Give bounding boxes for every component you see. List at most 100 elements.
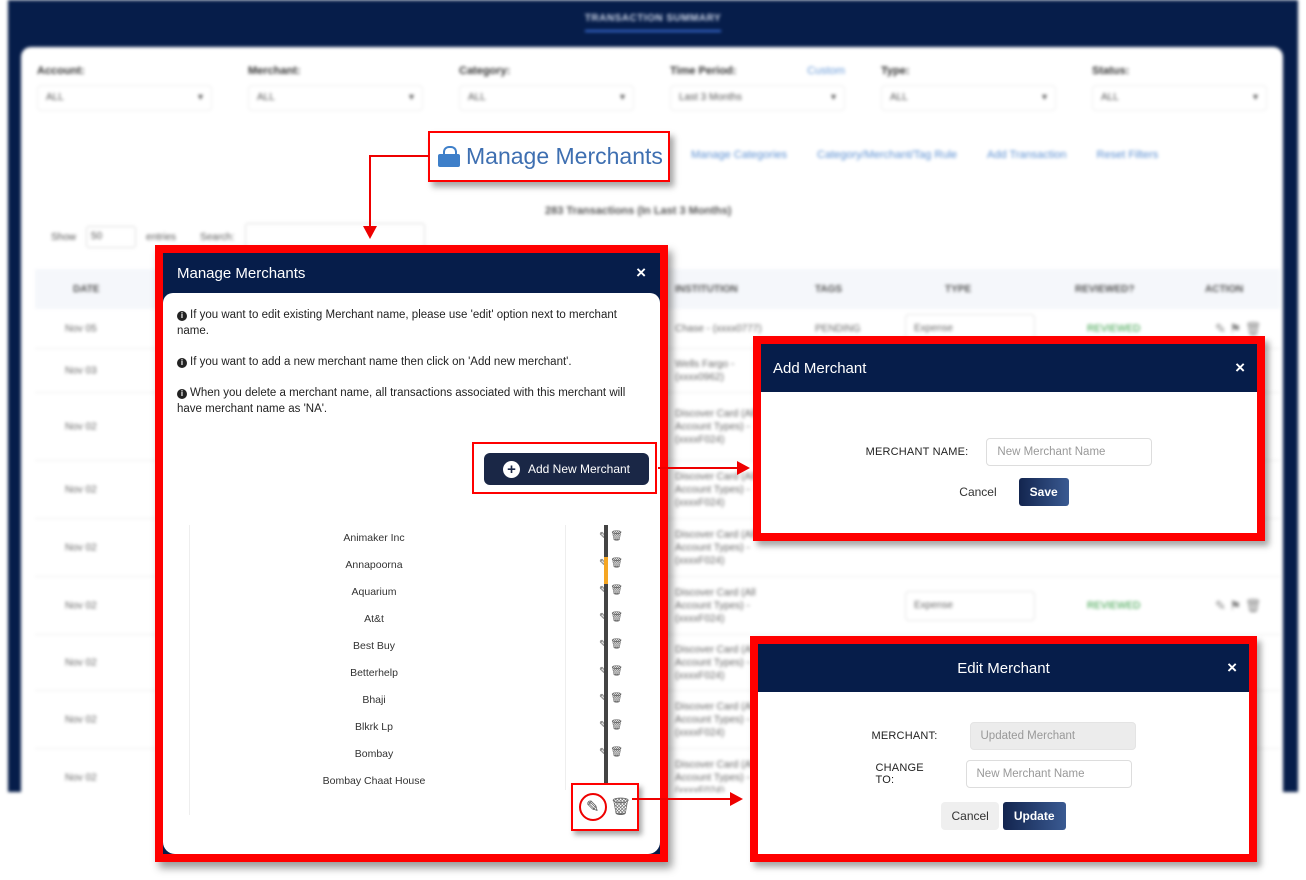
column-header-date[interactable]: DATE [73, 284, 99, 295]
select-value: ALL [468, 92, 486, 103]
info-note: i If you want to add a new merchant name … [177, 354, 646, 370]
change-to-input[interactable]: New Merchant Name [965, 760, 1132, 788]
reset-filters-link[interactable]: Reset Filters [1097, 149, 1159, 161]
cancel-button[interactable]: Cancel [949, 478, 1006, 506]
merchant-actions: ✎🗑 [599, 666, 623, 677]
merchant-name: Bombay Chaat House [322, 775, 426, 787]
merchant-actions: ✎🗑 [599, 558, 623, 569]
delete-trash-icon[interactable]: 🗑 [610, 558, 623, 569]
category-merchant-tag-rule-link[interactable]: Category/Merchant/Tag Rule [817, 149, 957, 161]
row-type-select[interactable]: Expense [905, 590, 1035, 621]
close-icon[interactable]: × [1235, 358, 1245, 378]
shopping-bag-icon [438, 145, 460, 168]
add-new-merchant-button[interactable]: + Add New Merchant [484, 453, 649, 485]
modal-actions: Cancel Save [761, 478, 1257, 506]
merchant-actions: ✎🗑 [599, 747, 623, 758]
add-transaction-link[interactable]: Add Transaction [987, 149, 1067, 161]
delete-trash-icon[interactable]: 🗑 [610, 531, 623, 542]
row-actions[interactable]: ✎ ⚑ 🗑 [1215, 321, 1261, 337]
time-period-select[interactable]: Last 3 Months ▾ [670, 85, 845, 111]
select-value: ALL [46, 92, 64, 103]
row-date: Nov 02 [65, 484, 97, 495]
delete-trash-icon[interactable]: 🗑 [610, 639, 623, 650]
change-to-label: CHANGE TO: [875, 762, 924, 786]
info-text: If you want to edit existing Merchant na… [177, 309, 617, 337]
update-button[interactable]: Update [1002, 802, 1066, 830]
custom-link[interactable]: Custom [807, 65, 845, 77]
delete-trash-icon[interactable]: 🗑 [610, 747, 623, 758]
row-institution: Wells Fargo - (xxxx0962) [675, 358, 735, 383]
info-note: i If you want to edit existing Merchant n… [177, 307, 646, 339]
manage-merchants-link[interactable]: Manage Merchants [428, 131, 670, 182]
connector-line [369, 155, 429, 157]
type-select[interactable]: ALL ▾ [881, 85, 1056, 111]
select-value: ALL [1101, 92, 1119, 103]
account-select[interactable]: ALL ▾ [37, 85, 212, 111]
info-note: i When you delete a merchant name, all tr… [177, 385, 646, 417]
merchant-name: Best Buy [352, 640, 396, 652]
edit-pencil-icon[interactable]: ✎ [578, 793, 607, 821]
row-institution: Discover Card (All Account Types) - (xxx… [675, 471, 756, 508]
delete-trash-icon[interactable]: 🗑 [610, 720, 623, 731]
column-header-institution[interactable]: INSTITUTION [675, 284, 738, 295]
nav-tab-transaction-summary[interactable]: TRANSACTION SUMMARY [584, 13, 722, 32]
filters-row: Account: ALL ▾ Merchant: ALL ▾ Category: A… [21, 47, 1283, 111]
chevron-down-icon: ▾ [408, 92, 414, 103]
category-select[interactable]: ALL ▾ [459, 85, 634, 111]
filter-label: Account: [37, 65, 85, 77]
info-icon: i [177, 311, 187, 321]
save-button[interactable]: Save [1018, 478, 1069, 506]
merchant-list-item: At&t ✎🗑 [189, 606, 629, 633]
modal-body: i If you want to edit existing Merchant n… [163, 293, 660, 854]
manage-categories-link[interactable]: Manage Categories [691, 149, 787, 161]
filter-time-period: Time Period: Custom Last 3 Months ▾ [670, 65, 845, 111]
modal-actions: Cancel Update [758, 802, 1249, 830]
row-institution: Discover Card (All Account Types) - (xxx… [675, 529, 756, 566]
merchant-actions: ✎🗑 [599, 585, 623, 596]
plus-circle-icon: + [502, 460, 520, 478]
select-value: ALL [890, 92, 908, 103]
merchant-name: Aquarium [351, 586, 397, 598]
merchant-select[interactable]: ALL ▾ [248, 85, 423, 111]
column-header-type[interactable]: TYPE [945, 284, 971, 295]
merchant-list-scrollbar[interactable] [604, 525, 608, 790]
delete-trash-icon[interactable]: 🗑 [610, 666, 623, 677]
top-nav: TRANSACTION SUMMARY [8, 0, 1298, 44]
column-header-action[interactable]: ACTION [1205, 284, 1243, 295]
select-value: Last 3 Months [679, 92, 742, 103]
add-merchant-callout: + Add New Merchant [472, 442, 657, 494]
merchant-actions: ✎🗑 [599, 531, 623, 542]
merchant-name-input[interactable]: New Merchant Name [986, 438, 1153, 466]
cancel-button[interactable]: Cancel [941, 802, 999, 830]
modal-title: Edit Merchant [957, 659, 1050, 677]
row-institution: Discover Card (All Account Types) - (xxx… [675, 587, 756, 624]
merchant-actions: ✎🗑 [599, 693, 623, 704]
row-date: Nov 02 [65, 421, 97, 432]
chevron-down-icon: ▾ [197, 92, 203, 103]
info-icon: i [177, 389, 187, 399]
merchant-list-item: Bhaji ✎🗑 [189, 687, 629, 714]
merchant-list-item: Annapoorna ✎🗑 [189, 552, 629, 579]
filter-merchant: Merchant: ALL ▾ [248, 65, 423, 111]
column-header-tags[interactable]: TAGS [815, 284, 842, 295]
merchant-list-item: Blkrk Lp ✎🗑 [189, 714, 629, 741]
delete-trash-icon[interactable]: 🗑 [610, 693, 623, 704]
manage-merchants-label: Manage Merchants [466, 143, 663, 169]
status-select[interactable]: ALL ▾ [1092, 85, 1267, 111]
merchant-list-item: Aquarium ✎🗑 [189, 579, 629, 606]
modal-title: Manage Merchants [177, 264, 306, 282]
delete-trash-icon[interactable]: 🗑 [610, 585, 623, 596]
merchant-list: Animaker Inc✎🗑Annapoorna✎🗑Aquarium✎🗑At&t… [189, 525, 649, 820]
column-header-reviewed[interactable]: REVIEWED? [1075, 284, 1134, 295]
delete-trash-icon[interactable]: 🗑 [610, 612, 623, 623]
row-actions[interactable]: ✎ ⚑ 🗑 [1215, 598, 1261, 614]
entries-label: entries [146, 231, 177, 243]
entries-select[interactable]: 50 [86, 226, 137, 248]
scrollbar-thumb[interactable] [604, 557, 608, 584]
delete-trash-icon[interactable]: 🗑 [610, 797, 632, 817]
close-icon[interactable]: × [636, 263, 646, 283]
manage-merchants-modal: Manage Merchants × i If you want to edit … [155, 245, 668, 862]
filter-label: Category: [459, 65, 511, 77]
modal-header: Add Merchant × [761, 344, 1257, 392]
close-icon[interactable]: × [1227, 658, 1237, 678]
